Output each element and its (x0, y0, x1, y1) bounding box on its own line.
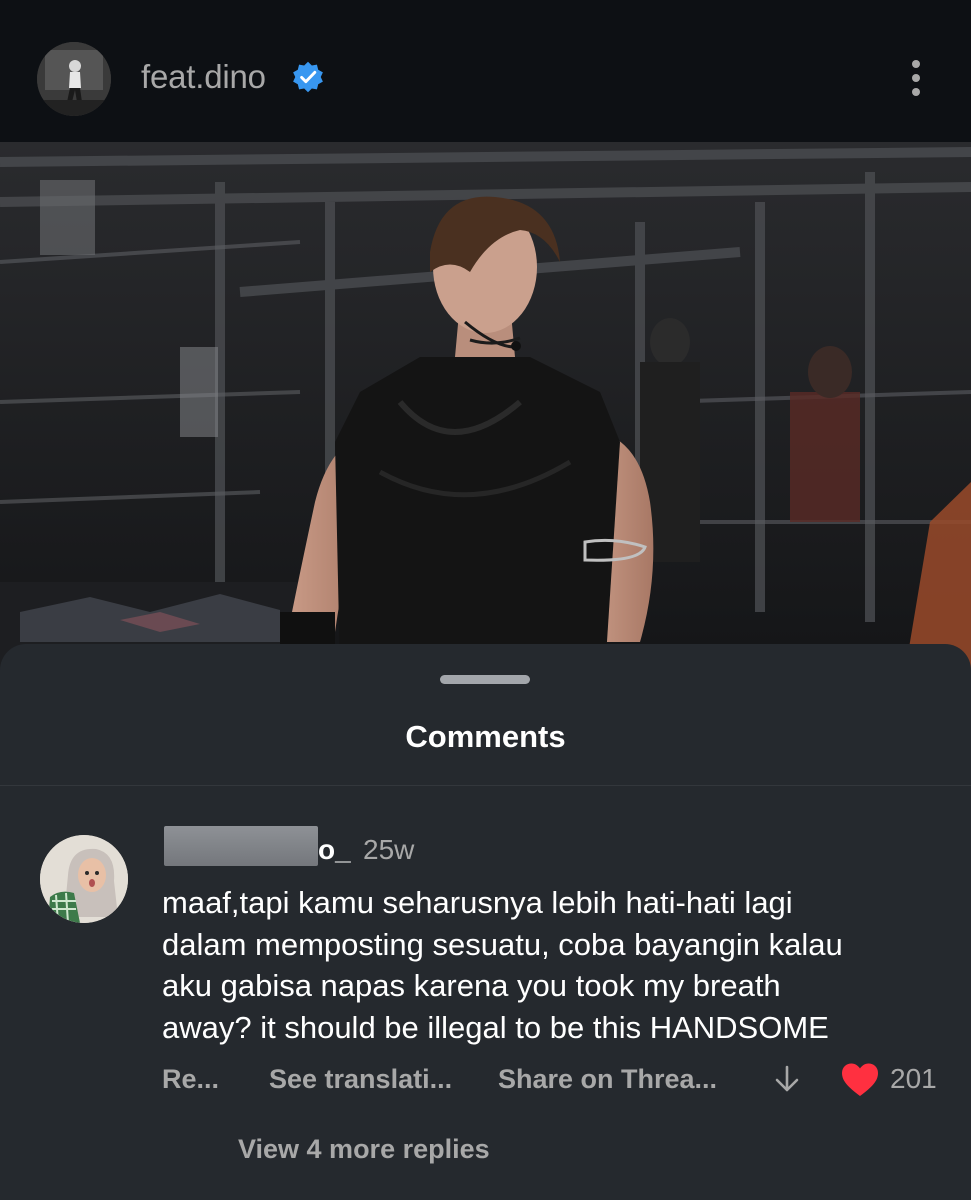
profile-avatar[interactable] (37, 42, 111, 116)
post-header: feat.dino (0, 0, 971, 142)
commenter-avatar[interactable] (40, 835, 128, 923)
share-on-threads-button[interactable]: Share on Threa... (498, 1060, 717, 1098)
redacted-username (164, 826, 318, 866)
post-photo-illustration (0, 142, 971, 672)
see-translation-button[interactable]: See translati... (269, 1060, 452, 1098)
avatar-photo (37, 42, 111, 116)
username[interactable]: feat.dino (141, 56, 266, 98)
post-photo[interactable] (0, 142, 971, 672)
comment-username[interactable]: o_ (318, 833, 351, 867)
comment-actions: Re... See translati... Share on Threa...… (0, 1060, 971, 1100)
comment-timestamp: 25w (363, 834, 415, 865)
heart-filled-icon[interactable] (840, 1062, 880, 1098)
app-root: feat.dino Comments o_ 25w maaf,tapi kamu… (0, 0, 971, 1200)
divider (0, 785, 971, 786)
more-vertical-icon[interactable] (896, 56, 936, 100)
verified-badge-icon (293, 61, 323, 93)
reply-button[interactable]: Re... (162, 1060, 219, 1098)
sheet-title: Comments (405, 719, 566, 754)
commenter-avatar-photo (40, 835, 128, 923)
arrow-down-icon[interactable] (773, 1064, 801, 1094)
view-more-replies-button[interactable]: View 4 more replies (238, 1130, 490, 1168)
comments-sheet: Comments o_ 25w maaf,tapi kamu seharusny… (0, 644, 971, 1200)
comment-text: maaf,tapi kamu seharusnya lebih hati-hat… (162, 885, 843, 1045)
like-count: 201 (890, 1063, 937, 1094)
drag-handle[interactable] (440, 675, 530, 684)
